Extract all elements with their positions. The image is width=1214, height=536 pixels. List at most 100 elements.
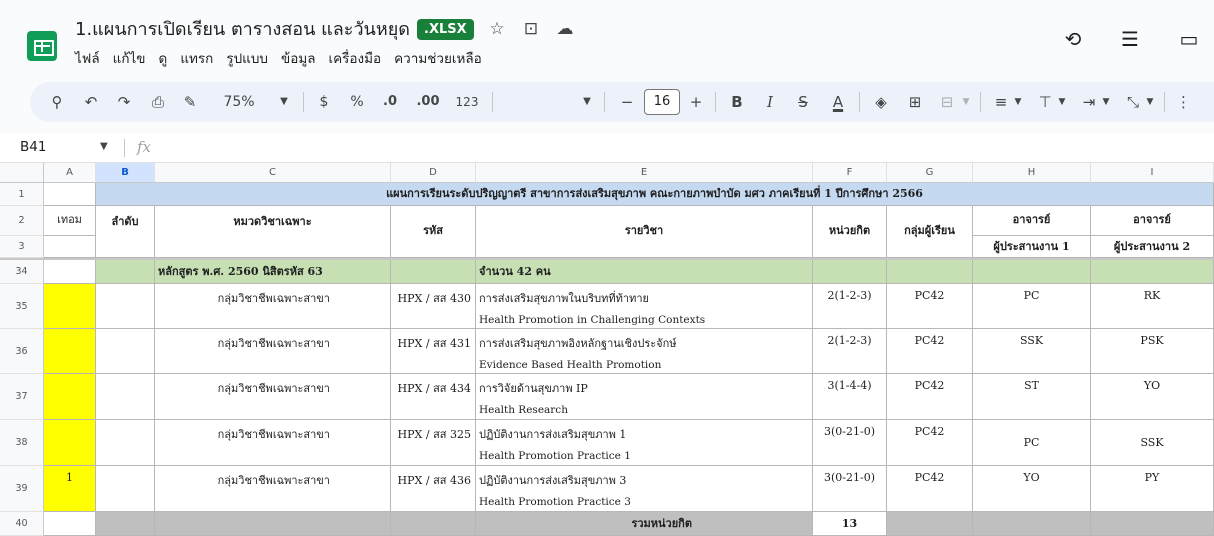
strikethrough-button[interactable]: S (794, 91, 812, 113)
credits-cell[interactable]: 3(1-4-4) (813, 374, 887, 420)
cell-b40[interactable] (96, 512, 155, 536)
zoom-select[interactable]: 75% (215, 91, 263, 113)
decrease-decimal-button[interactable]: .0 (378, 91, 402, 113)
column-header-h[interactable]: H (973, 163, 1091, 183)
search-menus-icon[interactable]: ⚲ (46, 91, 68, 113)
teacher2-cell[interactable]: RK (1091, 284, 1214, 329)
row-header-39[interactable]: 39 (0, 466, 44, 512)
cell-g34[interactable] (887, 260, 973, 284)
teacher1-cell[interactable]: YO (973, 466, 1091, 512)
spreadsheet-grid[interactable]: A B C D E F G H I 1 2 3 34 35 36 37 38 3… (0, 163, 1214, 536)
version-history-icon[interactable]: ⟲ (1060, 26, 1086, 52)
cloud-status-icon[interactable]: ☁ (554, 18, 576, 40)
course-code-cell[interactable]: HPX / สส 325 (391, 420, 476, 466)
row-header-40[interactable]: 40 (0, 512, 44, 536)
group-cell[interactable]: PC42 (887, 374, 973, 420)
credits-cell[interactable]: 3(0-21-0) (813, 466, 887, 512)
column-header-a[interactable]: A (44, 163, 96, 183)
row-header-36[interactable]: 36 (0, 329, 44, 374)
merge-dropdown-icon[interactable]: ▼ (960, 91, 972, 113)
meet-icon[interactable]: ▭ (1176, 26, 1202, 52)
row-header-2[interactable]: 2 (0, 206, 44, 236)
course-code-cell[interactable]: HPX / สส 431 (391, 329, 476, 374)
name-box[interactable]: B41 (20, 139, 46, 155)
borders-icon[interactable]: ⊞ (904, 91, 926, 113)
course-code-cell[interactable]: HPX / สส 430 (391, 284, 476, 329)
undo-icon[interactable]: ↶ (80, 91, 102, 113)
font-dropdown-icon[interactable]: ▼ (580, 91, 594, 113)
teacher2-cell[interactable]: YO (1091, 374, 1214, 420)
group-cell[interactable]: PC42 (887, 466, 973, 512)
teacher1-cell[interactable]: PC (973, 420, 1091, 466)
teacher2-cell[interactable]: PSK (1091, 329, 1214, 374)
cell-i34[interactable] (1091, 260, 1214, 284)
credits-cell[interactable]: 2(1-2-3) (813, 284, 887, 329)
cell-c40[interactable] (155, 512, 391, 536)
category-cell[interactable]: กลุ่มวิชาชีพเฉพาะสาขา (155, 374, 391, 420)
plan-banner-cell[interactable]: แผนการเรียนระดับปริญญาตรี สาขาการส่งเสริ… (96, 183, 1214, 206)
document-title[interactable]: 1.แผนการเปิดเรียน ตารางสอน และวันหยุด (75, 14, 410, 43)
menu-edit[interactable]: แก้ไข (113, 47, 146, 69)
name-box-dropdown-icon[interactable]: ▼ (100, 141, 108, 152)
move-folder-icon[interactable]: ⊡ (520, 18, 542, 40)
column-header-b[interactable]: B (96, 163, 155, 183)
increase-font-size-icon[interactable]: + (687, 91, 705, 113)
cell-g40[interactable] (887, 512, 973, 536)
category-cell[interactable]: กลุ่มวิชาชีพเฉพาะสาขา (155, 329, 391, 374)
category-cell[interactable]: กลุ่มวิชาชีพเฉพาะสาขา (155, 284, 391, 329)
menu-view[interactable]: ดู (159, 47, 168, 69)
column-header-c[interactable]: C (155, 163, 391, 183)
course-name-cell[interactable]: การวิจัยด้านสุขภาพ IP Health Research (476, 374, 813, 420)
cell-i40[interactable] (1091, 512, 1214, 536)
print-icon[interactable]: ⎙ (147, 91, 169, 113)
credits-cell[interactable]: 3(0-21-0) (813, 420, 887, 466)
menu-format[interactable]: รูปแบบ (226, 47, 268, 69)
more-formats-button[interactable]: 123 (454, 91, 480, 113)
cell-a1[interactable] (44, 183, 96, 206)
text-rotation-icon[interactable]: ⤡ (1122, 91, 1144, 113)
menu-help[interactable]: ความช่วยเหลือ (394, 47, 482, 69)
total-label-cell[interactable]: รวมหน่วยกิต (476, 512, 813, 536)
format-percent-button[interactable]: % (348, 91, 366, 113)
cell-b34[interactable] (96, 260, 155, 284)
redo-icon[interactable]: ↷ (113, 91, 135, 113)
menu-insert[interactable]: แทรก (180, 47, 213, 69)
zoom-dropdown-icon[interactable]: ▼ (277, 91, 291, 113)
cell-f34[interactable] (813, 260, 887, 284)
valign-dropdown-icon[interactable]: ▼ (1056, 91, 1068, 113)
star-icon[interactable]: ☆ (486, 18, 508, 40)
fill-color-icon[interactable]: ◈ (870, 91, 892, 113)
teacher2-cell[interactable]: PY (1091, 466, 1214, 512)
menu-data[interactable]: ข้อมูล (281, 47, 316, 69)
term-cell[interactable]: 1 (44, 466, 96, 512)
row-header-38[interactable]: 38 (0, 420, 44, 466)
order-cell[interactable] (96, 374, 155, 420)
header-group-cell[interactable]: กลุ่มผู้เรียน (887, 206, 973, 258)
header-credits-cell[interactable]: หน่วยกิต (813, 206, 887, 258)
cell-d34[interactable] (391, 260, 476, 284)
font-size-input[interactable]: 16 (644, 89, 680, 115)
course-code-cell[interactable]: HPX / สส 436 (391, 466, 476, 512)
cell-d40[interactable] (391, 512, 476, 536)
align-dropdown-icon[interactable]: ▼ (1012, 91, 1024, 113)
cell-h34[interactable] (973, 260, 1091, 284)
header-term-cell[interactable]: เทอม (44, 206, 96, 236)
select-all-corner[interactable] (0, 163, 44, 183)
row-header-1[interactable]: 1 (0, 183, 44, 206)
course-name-cell[interactable]: ปฏิบัติงานการส่งเสริมสุขภาพ 3 Health Pro… (476, 466, 813, 512)
row-header-3[interactable]: 3 (0, 236, 44, 258)
course-name-cell[interactable]: การส่งเสริมสุขภาพในบริบทที่ท้าทาย Health… (476, 284, 813, 329)
vertical-align-icon[interactable]: ⊤ (1034, 91, 1056, 113)
header-teacher1-bottom-cell[interactable]: ผู้ประสานงาน 1 (973, 236, 1091, 258)
term-cell[interactable] (44, 420, 96, 466)
curriculum-cell[interactable]: หลักสูตร พ.ศ. 2560 นิสิตรหัส 63 (155, 260, 391, 284)
horizontal-align-icon[interactable]: ≡ (990, 91, 1012, 113)
header-order-cell[interactable]: ลำดับ (96, 206, 155, 258)
sheets-logo-icon[interactable] (27, 31, 57, 61)
order-cell[interactable] (96, 284, 155, 329)
menu-tools[interactable]: เครื่องมือ (329, 47, 382, 69)
teacher2-cell[interactable]: SSK (1091, 420, 1214, 466)
header-teacher2-bottom-cell[interactable]: ผู้ประสานงาน 2 (1091, 236, 1214, 258)
row-header-34[interactable]: 34 (0, 260, 44, 284)
cell-a40[interactable] (44, 512, 96, 536)
